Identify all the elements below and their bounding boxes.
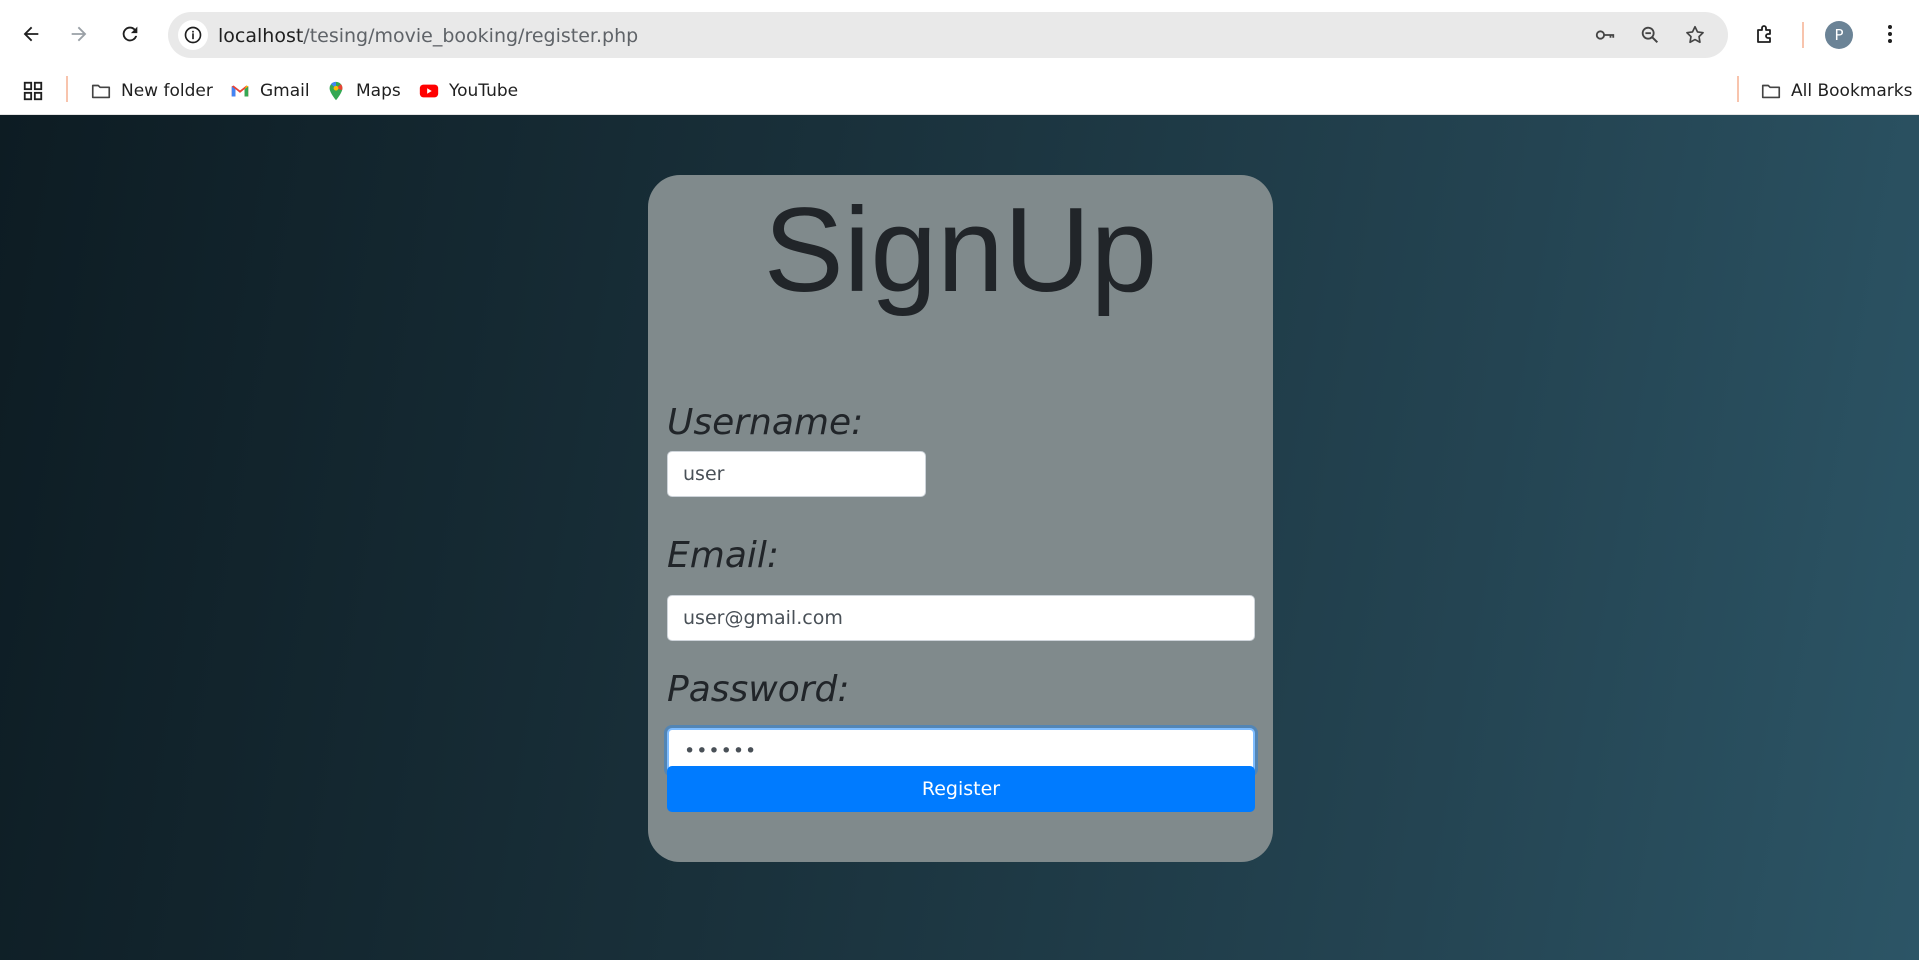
password-key-icon[interactable] — [1593, 23, 1617, 47]
profile-avatar[interactable]: P — [1825, 21, 1853, 49]
bookmarks-divider — [66, 76, 68, 102]
arrow-right-icon — [71, 26, 87, 42]
youtube-icon — [419, 84, 439, 98]
bookmark-label: YouTube — [449, 81, 519, 101]
bookmarks-divider-right — [1737, 76, 1739, 102]
bookmark-label: New folder — [121, 81, 213, 101]
url-host: localhost — [218, 25, 304, 47]
apps-grid-icon — [23, 81, 43, 101]
browser-menu-button[interactable] — [1873, 17, 1907, 51]
bookmark-maps[interactable]: Maps — [325, 76, 401, 106]
password-label: Password: — [667, 669, 850, 710]
bookmarks-bar: New folder Gmail Maps YouTube All Bookma… — [0, 68, 1919, 115]
bookmark-star-icon[interactable] — [1683, 23, 1707, 47]
folder-icon — [91, 84, 111, 99]
email-label: Email: — [667, 535, 780, 576]
address-bar[interactable]: localhost/tesing/movie_booking/register.… — [168, 12, 1728, 58]
forward-button[interactable] — [61, 16, 97, 52]
reload-icon — [122, 26, 138, 42]
bookmark-new-folder[interactable]: New folder — [90, 76, 213, 106]
apps-button[interactable] — [22, 76, 44, 106]
page-background: SignUp Username: user Email: user@gmail.… — [0, 115, 1919, 960]
browser-toolbar: localhost/tesing/movie_booking/register.… — [0, 0, 1919, 68]
register-button[interactable]: Register — [667, 766, 1255, 812]
username-input[interactable]: user — [667, 451, 926, 497]
username-label: Username: — [667, 402, 864, 443]
signup-title: SignUp — [763, 183, 1158, 317]
bookmark-label: Gmail — [260, 81, 310, 101]
all-bookmarks-label: All Bookmarks — [1791, 81, 1913, 101]
gmail-icon — [231, 85, 249, 97]
bookmark-youtube[interactable]: YouTube — [418, 76, 518, 106]
site-info-icon[interactable] — [178, 20, 208, 50]
zoom-icon[interactable] — [1638, 23, 1662, 47]
url-path: /tesing/movie_booking/register.php — [303, 25, 639, 47]
back-button[interactable] — [13, 16, 49, 52]
toolbar-divider — [1802, 22, 1804, 48]
arrow-left-icon — [23, 26, 39, 42]
bookmark-label: Maps — [356, 81, 401, 101]
all-bookmarks-button[interactable]: All Bookmarks — [1760, 76, 1912, 106]
reload-button[interactable] — [112, 16, 148, 52]
maps-icon — [329, 81, 343, 101]
bookmark-gmail[interactable]: Gmail — [229, 76, 310, 106]
more-vert-icon — [1888, 25, 1892, 43]
email-input[interactable]: user@gmail.com — [667, 595, 1255, 641]
url-text[interactable]: localhost/tesing/movie_booking/register.… — [218, 25, 638, 47]
folder-icon — [1761, 84, 1781, 99]
signup-card: SignUp Username: user Email: user@gmail.… — [648, 175, 1273, 862]
extensions-icon[interactable] — [1748, 17, 1782, 51]
